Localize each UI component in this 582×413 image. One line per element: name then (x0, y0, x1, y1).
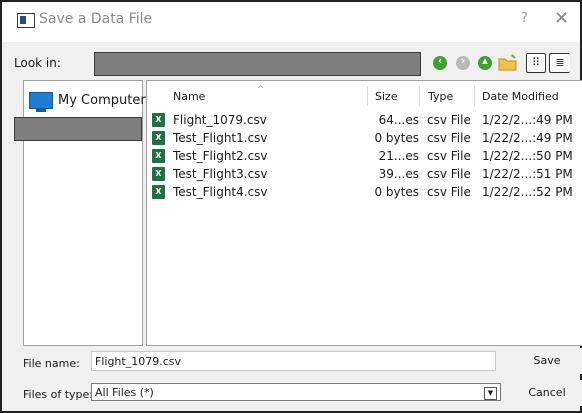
window-title: Save a Data File (39, 11, 153, 27)
detail-view-icon: ≣ (555, 56, 565, 69)
title-bar: Save a Data File ? ✕ (2, 2, 580, 42)
file-row[interactable]: X Test_Flight1.csv 0 bytes csv File 1/22… (147, 130, 582, 148)
up-arrow-icon: ▴ (478, 54, 492, 70)
column-header-size[interactable]: Size (375, 90, 398, 103)
new-folder-icon (498, 54, 517, 71)
file-row[interactable]: X Test_Flight4.csv 0 bytes csv File 1/22… (147, 184, 582, 202)
file-type-value: All Files (*) (95, 386, 154, 399)
file-type: csv File (427, 167, 471, 181)
file-size: 64...es (378, 113, 419, 127)
file-type-label: Files of type: (23, 388, 94, 401)
file-type: csv File (427, 113, 471, 127)
list-view-icon: ⠿ (531, 56, 541, 69)
back-arrow-icon: ‹ (433, 54, 447, 70)
column-divider[interactable] (474, 86, 475, 106)
file-type: csv File (427, 131, 471, 145)
csv-file-icon: X (152, 113, 165, 127)
file-list: ^ Name Size Type Date Modified X Flight_… (146, 80, 582, 346)
file-name: Test_Flight2.csv (173, 149, 268, 163)
look-in-combobox[interactable] (94, 52, 421, 76)
file-name: Test_Flight4.csv (173, 185, 268, 199)
back-button[interactable]: ‹ (431, 54, 449, 72)
file-date: 1/22/2...:51 PM (482, 167, 573, 181)
csv-file-icon: X (152, 131, 165, 145)
file-name: Test_Flight1.csv (173, 131, 268, 145)
file-name: Test_Flight3.csv (173, 167, 268, 181)
csv-file-icon: X (152, 149, 165, 163)
file-size: 39...es (378, 167, 419, 181)
help-button[interactable]: ? (521, 11, 528, 26)
forward-button[interactable]: › (454, 54, 472, 72)
file-type: csv File (427, 185, 471, 199)
list-view-button[interactable]: ⠿ (526, 53, 546, 73)
sidebar-item-label: My Computer (58, 93, 146, 108)
file-size: 0 bytes (374, 131, 419, 145)
cancel-button[interactable]: Cancel (509, 380, 582, 406)
close-button[interactable]: ✕ (554, 8, 569, 29)
file-name: Flight_1079.csv (173, 113, 267, 127)
look-in-label: Look in: (14, 56, 61, 70)
file-type: csv File (427, 149, 471, 163)
sort-indicator-icon: ^ (257, 85, 265, 95)
file-type-select[interactable]: All Files (*) ▼ (91, 383, 501, 401)
csv-file-icon: X (152, 185, 165, 199)
forward-arrow-icon: › (456, 54, 470, 70)
file-date: 1/22/2...:49 PM (482, 113, 573, 127)
computer-icon (29, 92, 53, 112)
file-name-label: File name: (23, 357, 80, 370)
column-header-type[interactable]: Type (428, 90, 453, 103)
dropdown-arrow-icon[interactable]: ▼ (484, 387, 497, 400)
file-date: 1/22/2...:50 PM (482, 149, 573, 163)
file-name-input[interactable]: Flight_1079.csv (91, 351, 496, 371)
detail-view-button[interactable]: ≣ (549, 53, 570, 73)
redacted-sidebar-item[interactable] (14, 117, 142, 141)
csv-file-icon: X (152, 167, 165, 181)
file-row[interactable]: X Test_Flight2.csv 21...es csv File 1/22… (147, 148, 582, 166)
column-divider[interactable] (419, 86, 420, 106)
up-folder-button[interactable]: ▴ (476, 54, 494, 72)
file-date: 1/22/2...:52 PM (482, 185, 573, 199)
file-date: 1/22/2...:49 PM (482, 131, 573, 145)
column-header-name[interactable]: Name (173, 90, 205, 103)
column-divider[interactable] (367, 86, 368, 106)
column-header-date[interactable]: Date Modified (482, 90, 559, 103)
save-button[interactable]: Save (509, 348, 582, 374)
file-size: 21...es (378, 149, 419, 163)
new-folder-button[interactable] (498, 54, 518, 72)
file-size: 0 bytes (374, 185, 419, 199)
sidebar-item-my-computer[interactable]: My Computer (29, 90, 146, 112)
app-icon (17, 13, 35, 28)
file-row[interactable]: X Test_Flight3.csv 39...es csv File 1/22… (147, 166, 582, 184)
file-row[interactable]: X Flight_1079.csv 64...es csv File 1/22/… (147, 112, 582, 130)
save-dialog: Save a Data File ? ✕ Look in: ‹ › ▴ ⠿ ≣ … (0, 0, 582, 413)
